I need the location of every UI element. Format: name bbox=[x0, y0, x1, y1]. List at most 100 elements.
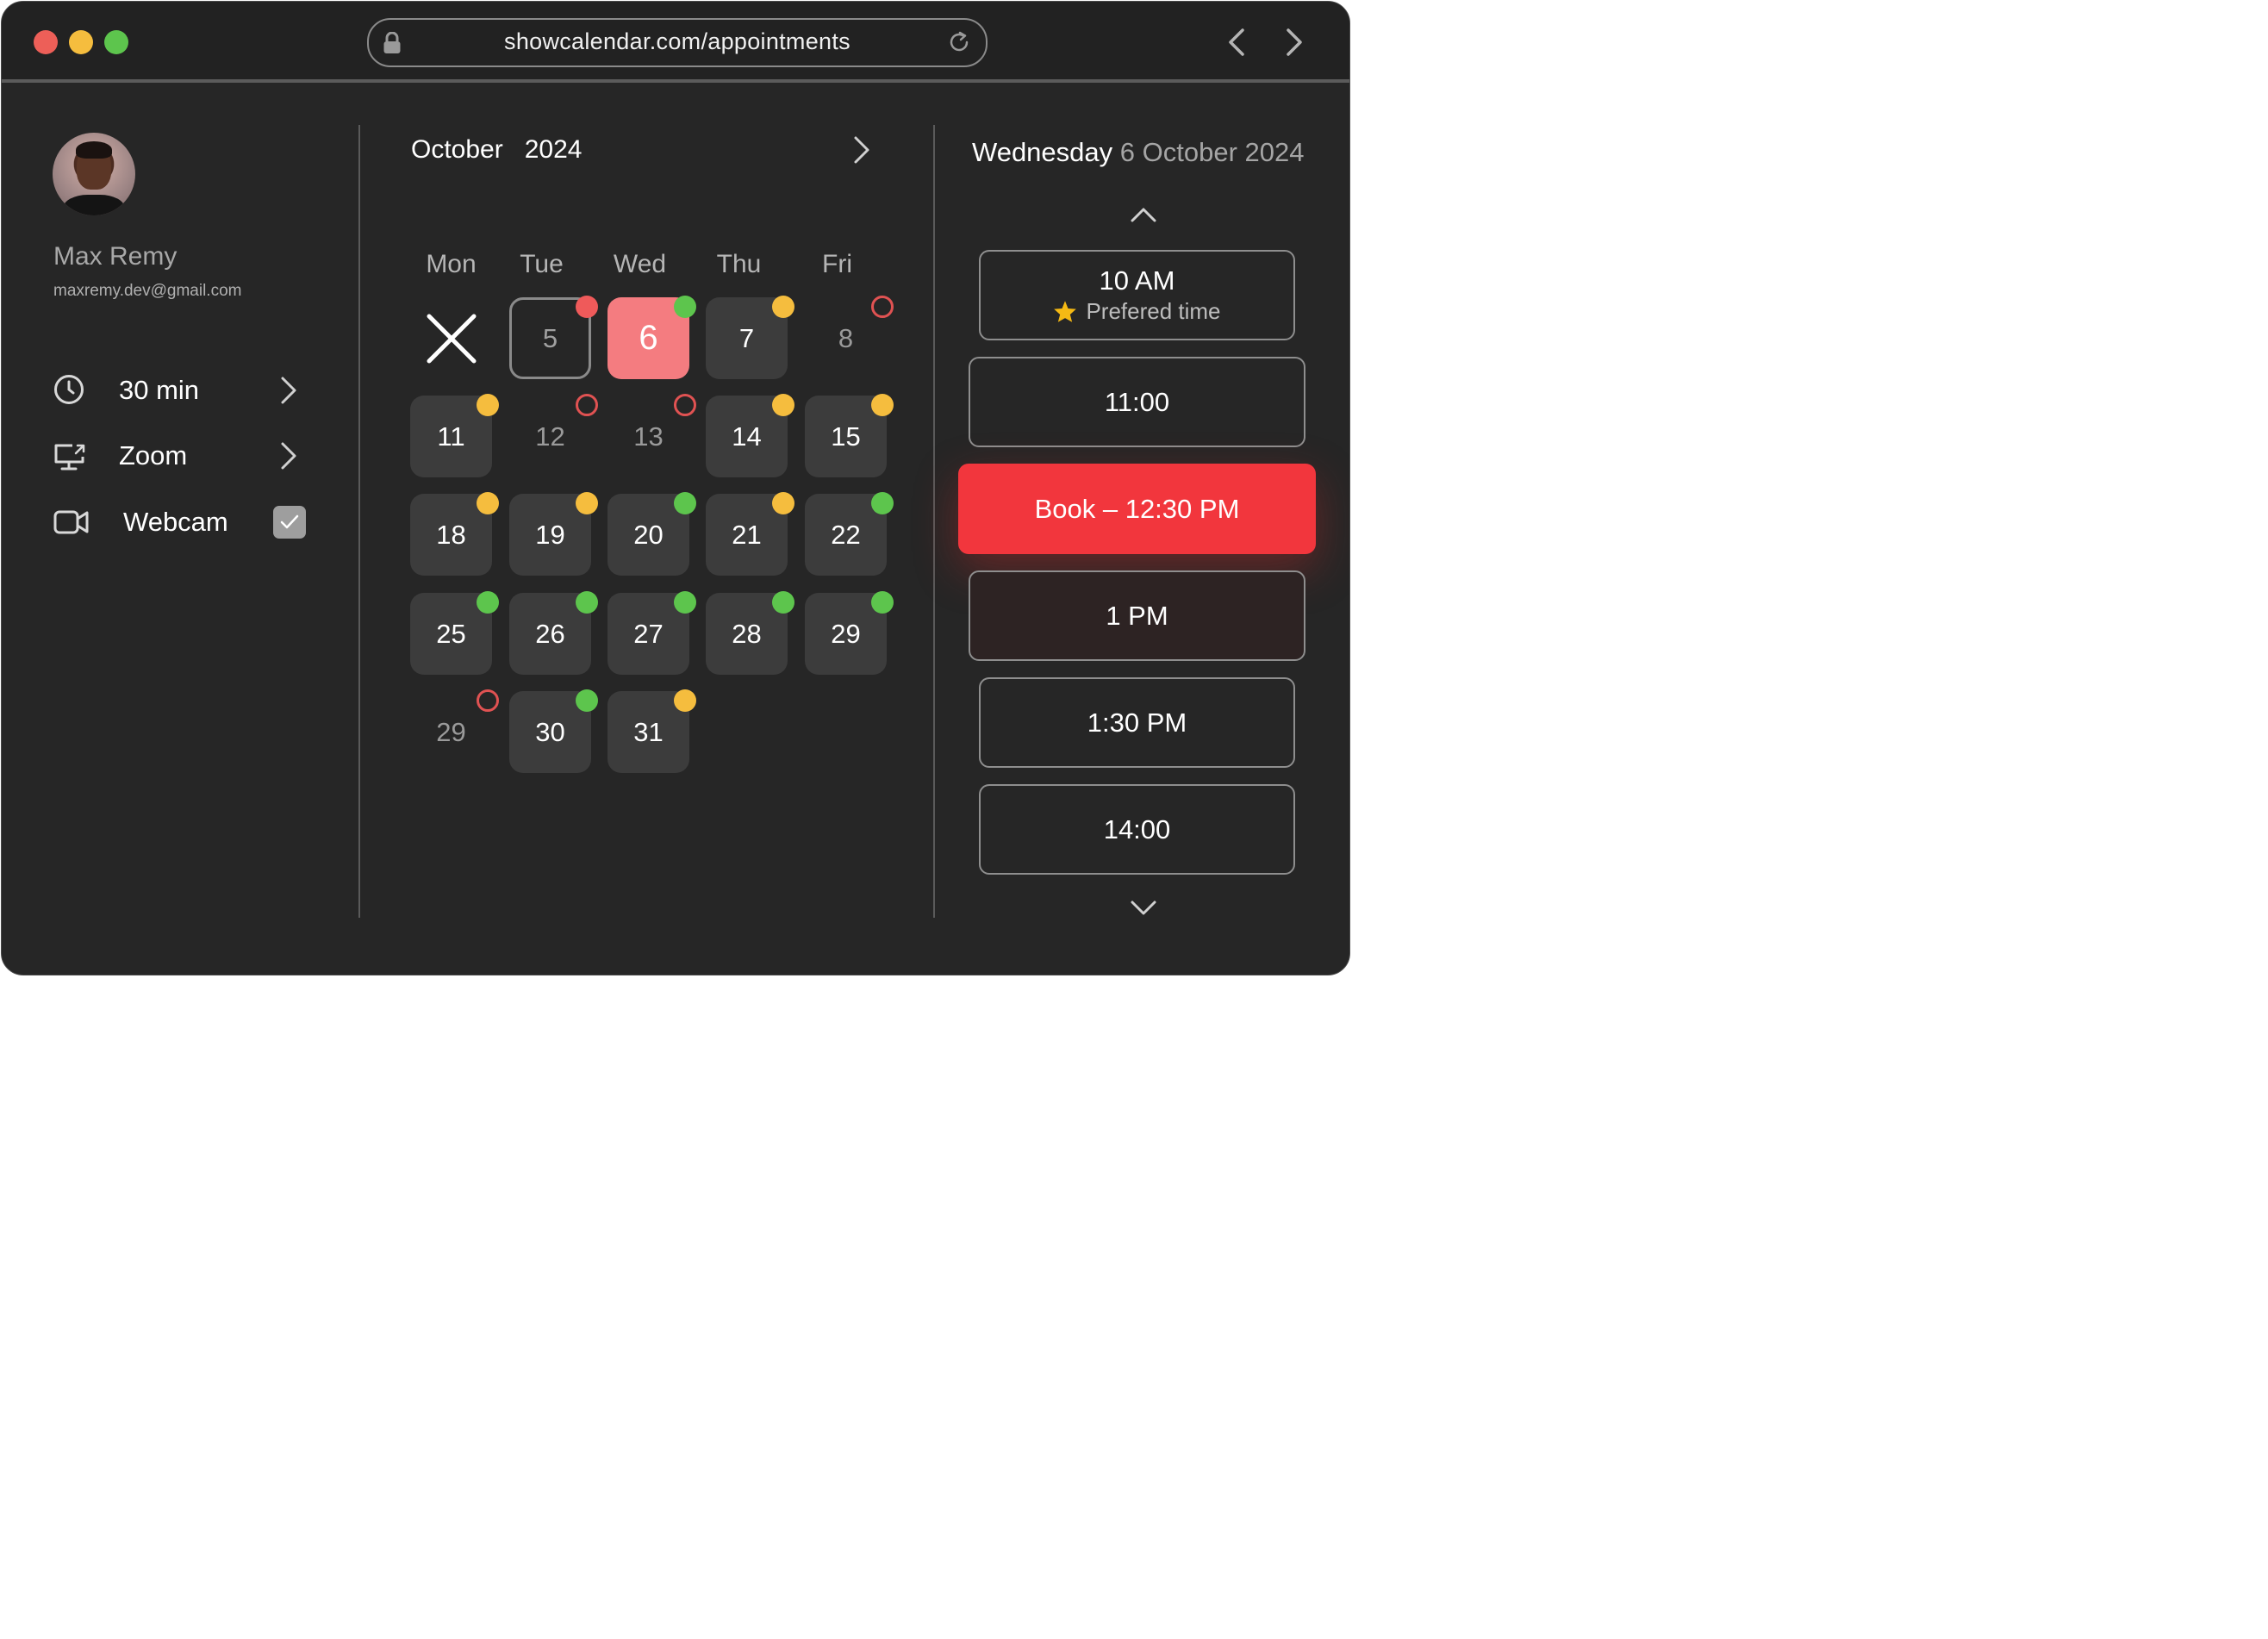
weekday-label: Tue bbox=[520, 250, 564, 278]
available-availability-indicator bbox=[477, 591, 499, 614]
star-icon bbox=[1054, 301, 1077, 322]
day-number: 5 bbox=[542, 322, 558, 353]
scroll-up-icon[interactable] bbox=[1130, 206, 1157, 223]
day-number: 27 bbox=[633, 618, 664, 649]
available-availability-indicator bbox=[871, 591, 894, 614]
day-number: 20 bbox=[633, 519, 664, 550]
available-availability-indicator bbox=[674, 296, 696, 318]
available-availability-indicator bbox=[576, 591, 598, 614]
available-availability-indicator bbox=[772, 591, 794, 614]
right-divider bbox=[933, 125, 935, 918]
day-number: 6 bbox=[639, 319, 658, 357]
day-number: 19 bbox=[535, 519, 565, 550]
available-availability-indicator bbox=[576, 689, 598, 712]
weekday-label: Wed bbox=[613, 250, 667, 278]
weekday-label: Mon bbox=[426, 250, 477, 278]
full-availability-indicator bbox=[576, 296, 598, 318]
time-slot-label: 1:30 PM bbox=[1087, 707, 1187, 738]
no-availability-indicator bbox=[477, 689, 499, 712]
time-slot-1400[interactable]: 14:00 bbox=[979, 784, 1295, 875]
time-slot-label: 14:00 bbox=[1103, 813, 1171, 844]
day-number: 21 bbox=[732, 519, 762, 550]
left-divider bbox=[358, 125, 360, 918]
selected-date-text: 6 October 2024 bbox=[1119, 137, 1305, 167]
limited-availability-indicator bbox=[477, 394, 499, 416]
available-availability-indicator bbox=[871, 492, 894, 514]
available-availability-indicator bbox=[674, 492, 696, 514]
day-number: 13 bbox=[633, 421, 664, 452]
month-name: October bbox=[411, 135, 503, 164]
book-button[interactable]: Book – 12:30 PM bbox=[958, 464, 1316, 554]
day-number: 18 bbox=[436, 519, 466, 550]
month-year: 2024 bbox=[524, 135, 583, 164]
limited-availability-indicator bbox=[871, 394, 894, 416]
forward-arrow-icon[interactable] bbox=[1284, 28, 1305, 57]
day-number: 26 bbox=[535, 618, 565, 649]
option-platform-label: Zoom bbox=[119, 440, 188, 471]
clock-icon bbox=[54, 375, 84, 404]
url-text: showcalendar.com/appointments bbox=[504, 28, 850, 54]
back-arrow-icon[interactable] bbox=[1226, 28, 1247, 57]
day-number: 29 bbox=[831, 618, 861, 649]
checkmark-icon bbox=[280, 514, 299, 529]
time-slot-130pm[interactable]: 1:30 PM bbox=[979, 677, 1295, 768]
unavailable-day-cell[interactable] bbox=[410, 297, 492, 379]
webcam-checkbox[interactable] bbox=[273, 506, 306, 539]
weekday-label: Fri bbox=[822, 250, 852, 278]
day-number: 11 bbox=[437, 421, 465, 452]
day-number: 8 bbox=[838, 322, 854, 353]
chevron-right-icon[interactable] bbox=[279, 376, 298, 405]
minimize-window-button[interactable] bbox=[69, 30, 93, 54]
day-number: 29 bbox=[436, 716, 466, 747]
limited-availability-indicator bbox=[772, 296, 794, 318]
time-slot-label: 11:00 bbox=[1104, 386, 1170, 417]
next-month-icon[interactable] bbox=[852, 135, 871, 165]
day-number: 12 bbox=[535, 421, 565, 452]
profile-name: Max Remy bbox=[53, 242, 178, 271]
day-number: 31 bbox=[633, 716, 664, 747]
time-slot-1100[interactable]: 11:00 bbox=[969, 357, 1305, 447]
limited-availability-indicator bbox=[772, 394, 794, 416]
limited-availability-indicator bbox=[576, 492, 598, 514]
day-number: 30 bbox=[535, 716, 565, 747]
day-number: 14 bbox=[732, 421, 762, 452]
month-title: October 2024 bbox=[411, 135, 582, 165]
time-slot-label: 1 PM bbox=[1106, 600, 1168, 631]
day-number: 15 bbox=[831, 421, 861, 452]
profile-email: maxremy.dev@gmail.com bbox=[53, 282, 242, 300]
available-availability-indicator bbox=[674, 591, 696, 614]
video-camera-icon bbox=[53, 510, 89, 534]
close-icon bbox=[427, 314, 476, 363]
day-number: 28 bbox=[732, 618, 762, 649]
scroll-down-icon[interactable] bbox=[1130, 900, 1157, 917]
time-slot-label: 10 AM bbox=[1099, 265, 1175, 296]
close-window-button[interactable] bbox=[34, 30, 58, 54]
selected-date: Wednesday 6 October 2024 bbox=[972, 137, 1304, 168]
weekday-label: Thu bbox=[716, 250, 762, 278]
time-slot-1pm[interactable]: 1 PM bbox=[969, 570, 1305, 661]
limited-availability-indicator bbox=[477, 492, 499, 514]
no-availability-indicator bbox=[576, 394, 598, 416]
selected-weekday: Wednesday bbox=[972, 137, 1113, 167]
time-slot-10am[interactable]: 10 AM Prefered time bbox=[979, 250, 1295, 340]
title-bar: showcalendar.com/appointments bbox=[2, 2, 1349, 83]
address-bar[interactable]: showcalendar.com/appointments bbox=[367, 18, 988, 67]
day-number: 25 bbox=[436, 618, 466, 649]
book-button-label: Book – 12:30 PM bbox=[1034, 493, 1240, 524]
preferred-time-tag: Prefered time bbox=[1053, 298, 1221, 325]
day-number: 22 bbox=[831, 519, 861, 550]
maximize-window-button[interactable] bbox=[104, 30, 128, 54]
reload-icon[interactable] bbox=[946, 29, 972, 55]
preferred-time-label: Prefered time bbox=[1086, 298, 1221, 324]
no-availability-indicator bbox=[871, 296, 894, 318]
option-webcam-label: Webcam bbox=[123, 507, 228, 537]
day-number: 7 bbox=[738, 322, 755, 353]
option-duration-label: 30 min bbox=[119, 375, 200, 405]
chevron-right-icon[interactable] bbox=[279, 441, 298, 471]
limited-availability-indicator bbox=[772, 492, 794, 514]
avatar bbox=[53, 133, 135, 215]
screen-share-icon bbox=[54, 444, 85, 471]
no-availability-indicator bbox=[674, 394, 696, 416]
browser-window: showcalendar.com/appointments Max Remy m… bbox=[1, 1, 1350, 975]
limited-availability-indicator bbox=[674, 689, 696, 712]
